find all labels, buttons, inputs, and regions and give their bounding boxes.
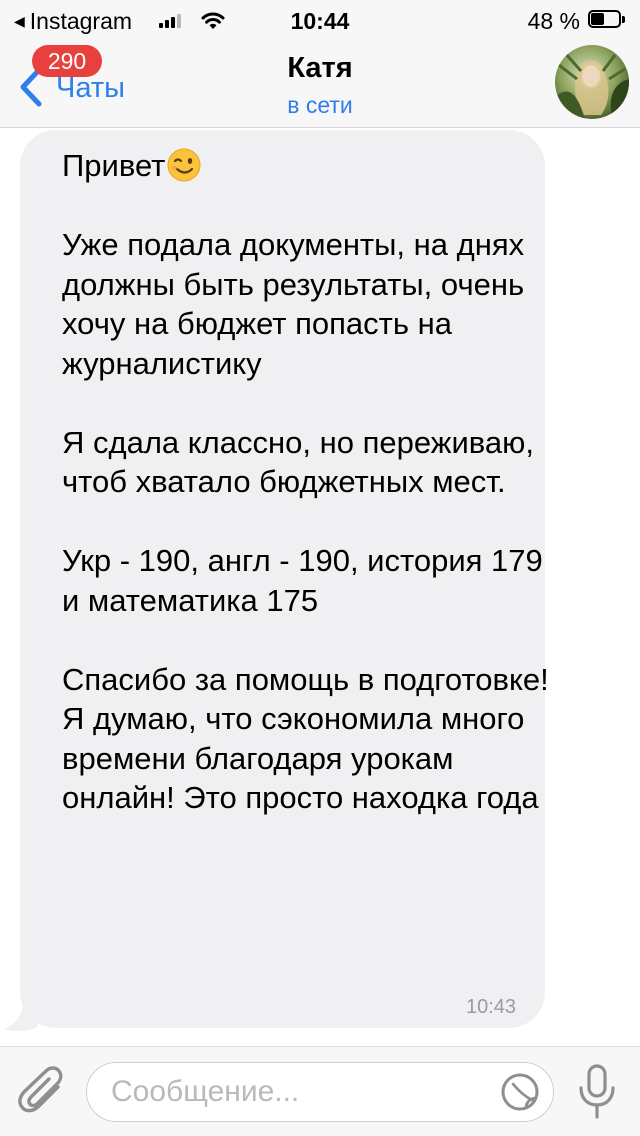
microphone-icon[interactable] (574, 1063, 620, 1121)
chat-title[interactable]: Катя (0, 52, 640, 85)
battery-level (591, 13, 604, 25)
incoming-message-bubble[interactable]: Привет Уже подала документы, на днях дол… (20, 130, 549, 1028)
battery-percentage: 48 % (527, 8, 580, 34)
message-input[interactable] (86, 1062, 554, 1122)
status-bar: ◀ Instagram 10:44 48 % (0, 0, 640, 40)
greeting-text: Привет (62, 148, 166, 183)
message-paragraph: Я сдала классно, но переживаю, чтоб хват… (62, 424, 535, 500)
message-paragraph: Привет (62, 146, 552, 186)
winking-face-emoji-icon (167, 148, 201, 182)
message-paragraph: Укр - 190, англ - 190, история 179 и мат… (62, 543, 543, 618)
online-status: в сети (287, 92, 353, 118)
battery-icon (588, 10, 626, 30)
chat-header: Чаты 290 Катя в сети (0, 40, 640, 128)
paperclip-icon[interactable] (18, 1065, 68, 1119)
avatar[interactable] (555, 45, 629, 119)
telegram-chat-screen: ◀ Instagram 10:44 48 % Чаты 290 Катя в с… (0, 0, 640, 1136)
message-list[interactable]: Привет Уже подала документы, на днях дол… (0, 128, 640, 1046)
message-timestamp: 10:43 (466, 996, 517, 1018)
sticker-icon[interactable] (500, 1072, 540, 1112)
message-paragraph: Спасибо за помощь в подготовке! Я думаю,… (62, 661, 549, 816)
message-paragraph: Уже подала документы, на днях должны быт… (62, 227, 525, 381)
avatar-photo (555, 45, 629, 119)
composer-bar (0, 1046, 640, 1136)
message-text: Привет Уже подала документы, на днях дол… (62, 146, 552, 818)
